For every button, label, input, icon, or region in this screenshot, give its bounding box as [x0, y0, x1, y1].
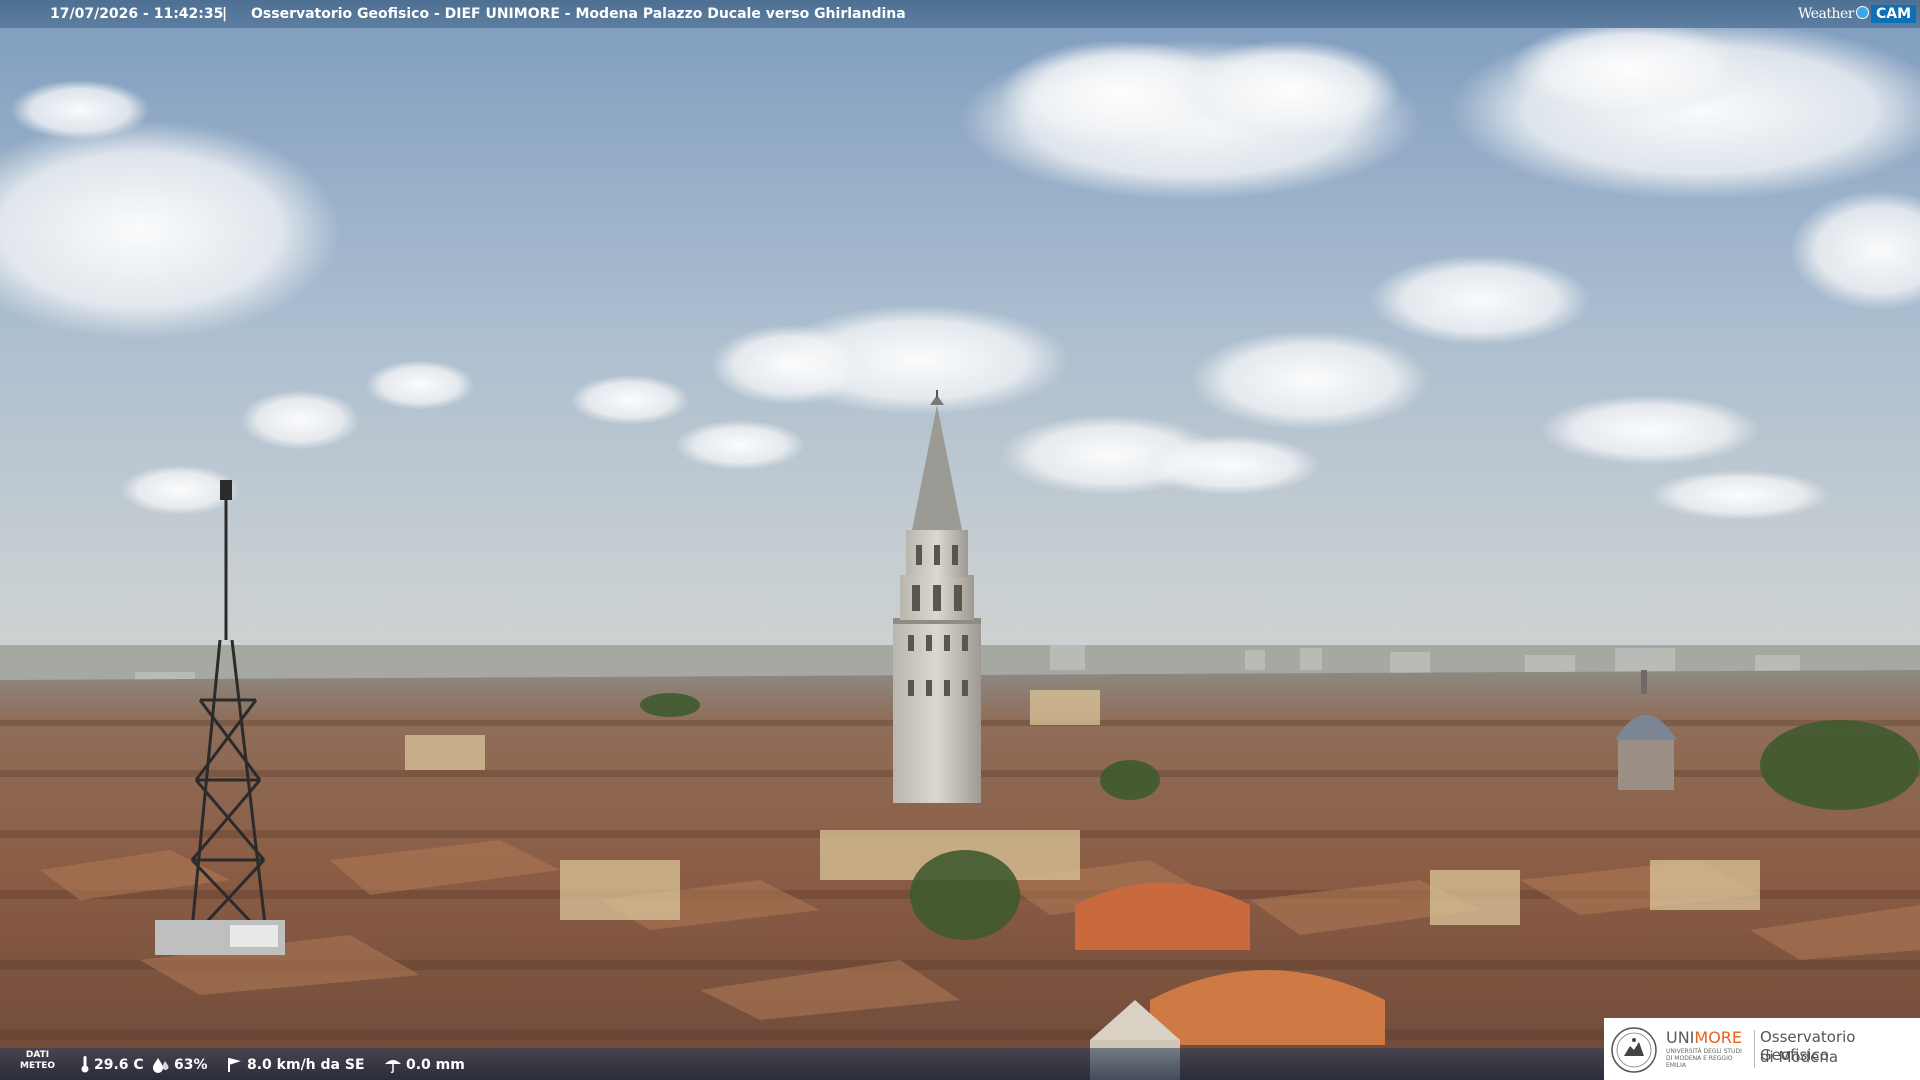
humidity-drop-icon: [153, 1058, 169, 1073]
brand-cam-text: CAM: [1870, 5, 1916, 23]
humidity-reading: 63%: [152, 1055, 208, 1075]
observatory-name-line2: di Modena: [1760, 1048, 1839, 1066]
rain-value: 0.0 mm: [406, 1057, 465, 1073]
wind-value: 8.0 km/h da SE: [247, 1057, 365, 1073]
title-separator: |: [222, 6, 228, 22]
webcam-cityscape-image: [0, 0, 1920, 1080]
weather-data-label: DATI METEO: [20, 1050, 55, 1072]
weathercam-logo: Weather CAM: [1798, 0, 1920, 28]
weather-label-line1: DATI: [25, 1050, 50, 1060]
camera-title: Osservatorio Geofisico - DIEF UNIMORE - …: [251, 6, 906, 22]
wordmark-more: MORE: [1694, 1028, 1743, 1047]
wind-icon: [228, 1058, 241, 1072]
thermometer-icon: [81, 1056, 89, 1073]
unimore-wordmark: UNIMORE: [1666, 1028, 1742, 1047]
timestamp: 17/07/2026 - 11:42:35: [50, 6, 224, 22]
temperature-value: 29.6 C: [94, 1057, 144, 1073]
rain-gauge-icon: [385, 1060, 401, 1074]
brand-dot-icon: [1855, 6, 1869, 19]
rain-reading: 0.0 mm: [384, 1055, 465, 1075]
weather-label-line2: METEO: [20, 1061, 56, 1071]
wind-reading: 8.0 km/h da SE: [225, 1055, 365, 1075]
unimore-logo-box: UNIMORE UNIVERSITÀ DEGLI STUDI DI MODENA…: [1604, 1018, 1920, 1080]
temperature-reading: 29.6 C: [80, 1055, 144, 1075]
weather-data-strip: DATI METEO 29.6 C 63% 8.0 km/h da SE 0.0…: [0, 1048, 1605, 1080]
wordmark-uni: UNI: [1666, 1028, 1695, 1047]
humidity-value: 63%: [174, 1057, 208, 1073]
university-seal-icon: [1611, 1027, 1657, 1073]
title-banner: 17/07/2026 - 11:42:35 | Osservatorio Geo…: [0, 0, 1920, 28]
university-fullname: UNIVERSITÀ DEGLI STUDI DI MODENA E REGGI…: [1666, 1048, 1742, 1069]
brand-weather-text: Weather: [1797, 6, 1855, 22]
logo-divider: [1754, 1030, 1755, 1068]
